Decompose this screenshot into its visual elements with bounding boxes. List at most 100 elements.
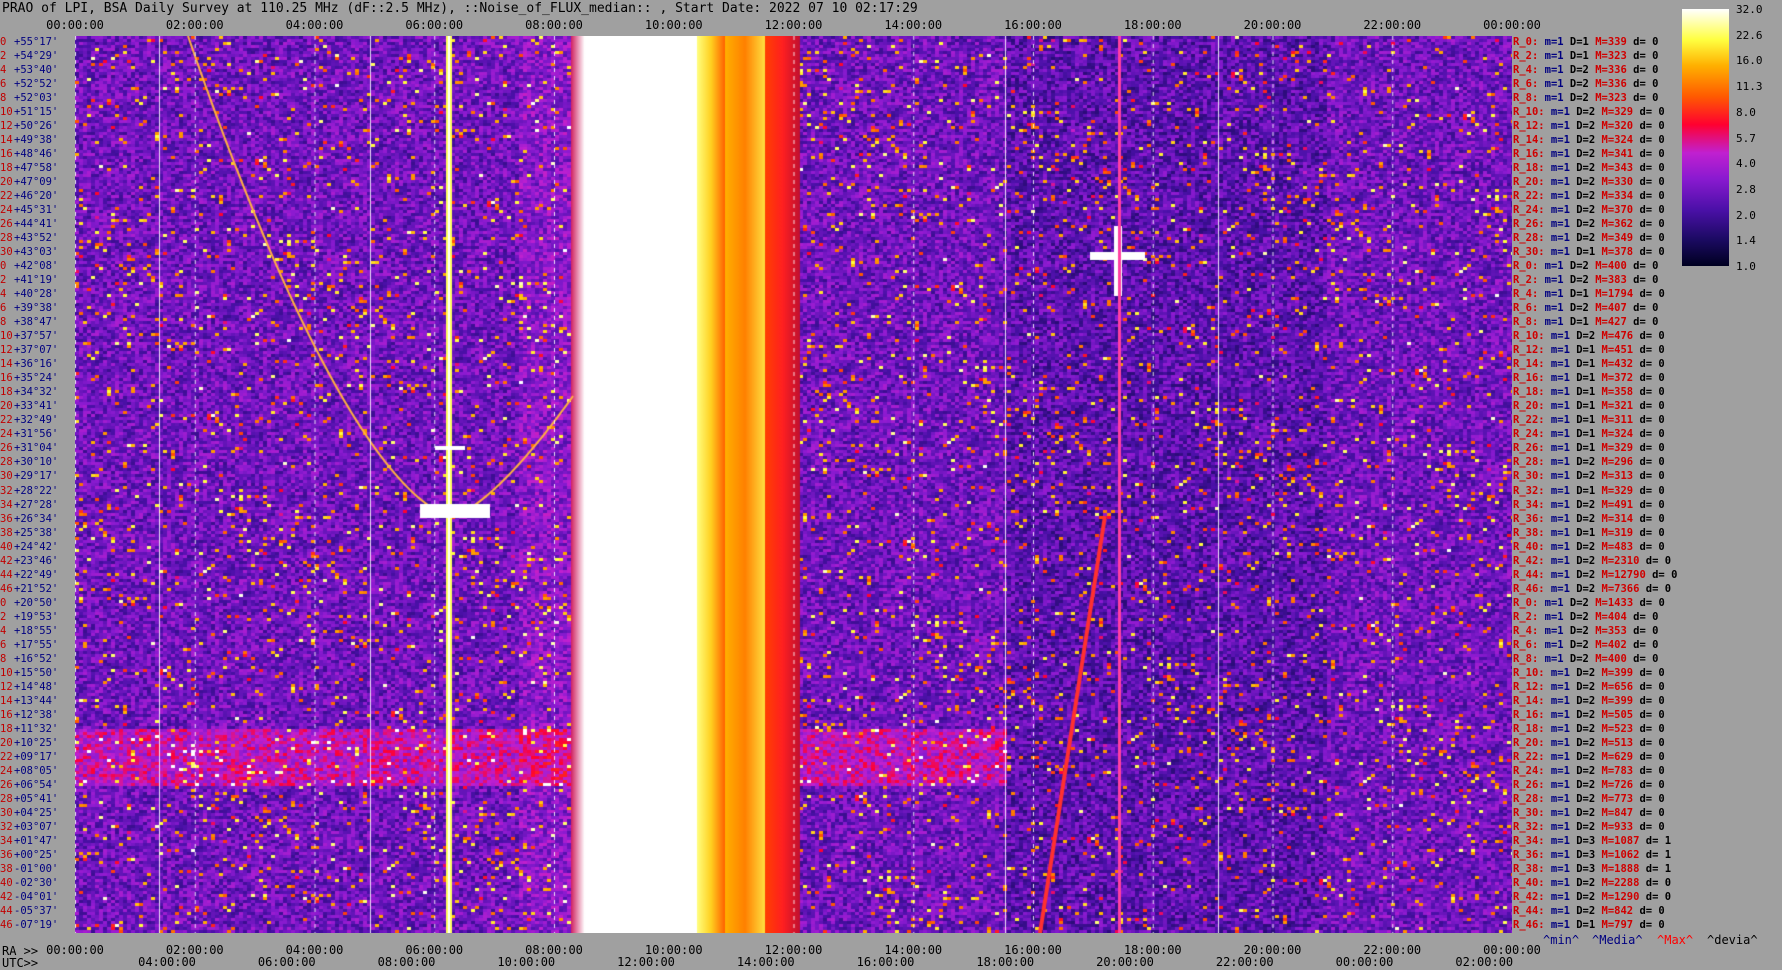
beam-devia: d= 1 (1639, 834, 1672, 847)
declination-row: 26+44°41' (0, 217, 58, 231)
declination-label: +12°38' (14, 708, 59, 721)
declination-index: 22 (0, 750, 13, 763)
declination-label: +43°52' (14, 232, 59, 245)
beam-label: R_14: (1513, 694, 1545, 707)
beam-min: m=1 (1544, 428, 1570, 441)
beam-devia: d= 0 (1633, 778, 1665, 791)
beam-label: R_14: (1513, 358, 1545, 371)
beam-media: D=2 (1569, 134, 1596, 147)
declination-label: +17°55' (14, 638, 59, 651)
declination-row: 18+34°32' (0, 385, 58, 399)
beam-stat-row: R_24: m=1 D=2 M=370 d= 0 (1513, 203, 1665, 217)
beam-media: D=2 (1569, 106, 1596, 119)
declination-row: 24+08°05' (0, 764, 58, 778)
beam-media: D=1 (1569, 526, 1596, 539)
beam-media: D=2 (1569, 456, 1596, 469)
beam-max: M=842 (1595, 904, 1634, 917)
beam-stat-row: R_30: m=1 D=1 M=378 d= 0 (1513, 245, 1665, 259)
declination-index: 12 (0, 680, 13, 693)
declination-row: 28+05°41' (0, 792, 58, 806)
beam-max: M=427 (1588, 316, 1627, 329)
beam-stat-row: R_30: m=1 D=2 M=313 d= 0 (1513, 469, 1665, 483)
declination-label: +37°57' (14, 330, 59, 343)
declination-label: +29°17' (14, 470, 59, 483)
beam-min: m=1 (1538, 624, 1564, 637)
utc-axis-tick: 06:00:00 (257, 955, 316, 969)
declination-index: 26 (0, 442, 13, 455)
beam-label: R_36: (1513, 848, 1545, 861)
beam-min: m=1 (1544, 694, 1570, 707)
top-axis-tick: 12:00:00 (764, 18, 823, 32)
beam-stat-row: R_22: m=1 D=1 M=311 d= 0 (1513, 413, 1665, 427)
declination-label: +01°47' (14, 834, 59, 847)
declination-index: 0 (0, 260, 7, 273)
declination-label: +50°26' (14, 120, 59, 133)
beam-stat-row: R_22: m=1 D=2 M=629 d= 0 (1513, 750, 1665, 764)
beam-max: M=321 (1595, 400, 1634, 413)
declination-label: +54°29' (14, 50, 59, 63)
beam-label: R_4: (1513, 624, 1539, 637)
beam-label: R_40: (1513, 876, 1545, 889)
declination-row: 28+30°10' (0, 455, 58, 469)
declination-index: 34 (0, 834, 13, 847)
beam-media: D=2 (1569, 722, 1596, 735)
beam-devia: d= 0 (1626, 274, 1659, 287)
beam-max: M=329 (1595, 106, 1634, 119)
beam-label: R_8: (1513, 652, 1539, 665)
beam-media: D=2 (1569, 876, 1596, 889)
beam-max: M=343 (1595, 162, 1634, 175)
beam-label: R_8: (1513, 92, 1539, 105)
declination-label: +21°52' (14, 582, 59, 595)
declination-row: 14+36°16' (0, 357, 58, 371)
legend-min: ^min^ (1543, 933, 1580, 947)
beam-min: m=1 (1538, 36, 1564, 48)
beam-min: m=1 (1544, 862, 1570, 875)
beam-label: R_6: (1513, 638, 1539, 651)
declination-index: 28 (0, 792, 13, 805)
beam-media: D=2 (1563, 638, 1589, 651)
top-axis-tick: 02:00:00 (165, 18, 224, 32)
beam-max: M=407 (1588, 302, 1627, 315)
beam-media: D=2 (1569, 162, 1596, 175)
declination-index: 2 (0, 274, 7, 287)
declination-index: 4 (0, 624, 7, 637)
declination-row: 4 +40°28' (0, 287, 58, 301)
beam-min: m=1 (1538, 316, 1564, 329)
beam-min: m=1 (1544, 806, 1570, 819)
beam-media: D=3 (1569, 862, 1596, 875)
beam-devia: d= 0 (1633, 106, 1665, 119)
beam-stats-panel: R_0: m=1 D=1 M=339 d= 0 R_2: m=1 D=1 M=32… (1513, 36, 1693, 933)
beam-media: D=1 (1569, 372, 1596, 385)
beam-devia: d= 0 (1633, 246, 1665, 259)
beam-media: D=2 (1569, 232, 1596, 245)
declination-label: +48°46' (14, 148, 59, 161)
beam-stat-row: R_28: m=1 D=2 M=296 d= 0 (1513, 455, 1665, 469)
beam-media: D=2 (1569, 736, 1596, 749)
declination-label: +38°47' (14, 316, 59, 329)
colorbar-tick-label: 32.0 (1736, 3, 1763, 16)
colorbar-tick-label: 1.0 (1736, 260, 1756, 273)
declination-label: +33°41' (14, 400, 59, 413)
beam-min: m=1 (1544, 568, 1570, 581)
beam-media: D=1 (1563, 36, 1589, 48)
beam-min: m=1 (1544, 190, 1570, 203)
beam-min: m=1 (1544, 722, 1570, 735)
declination-label: +47°09' (14, 176, 59, 189)
top-axis-tick: 22:00:00 (1363, 18, 1422, 32)
beam-devia: d= 0 (1626, 64, 1659, 77)
beam-media: D=2 (1569, 820, 1596, 833)
declination-index: 10 (0, 666, 13, 679)
beam-media: D=1 (1569, 386, 1596, 399)
beam-label: R_12: (1513, 344, 1545, 357)
declination-index: 26 (0, 218, 13, 231)
beam-devia: d= 0 (1633, 596, 1665, 609)
declination-row: 8 +38°47' (0, 315, 58, 329)
legend-devia: ^devia^ (1707, 933, 1758, 947)
beam-stat-row: R_14: m=1 D=2 M=324 d= 0 (1513, 133, 1665, 147)
declination-index: 14 (0, 694, 13, 707)
declination-label: +42°08' (14, 260, 59, 273)
beam-max: M=402 (1588, 638, 1627, 651)
beam-max: M=370 (1595, 204, 1634, 217)
beam-devia: d= 0 (1626, 610, 1659, 623)
beam-stat-row: R_12: m=1 D=2 M=656 d= 0 (1513, 680, 1665, 694)
